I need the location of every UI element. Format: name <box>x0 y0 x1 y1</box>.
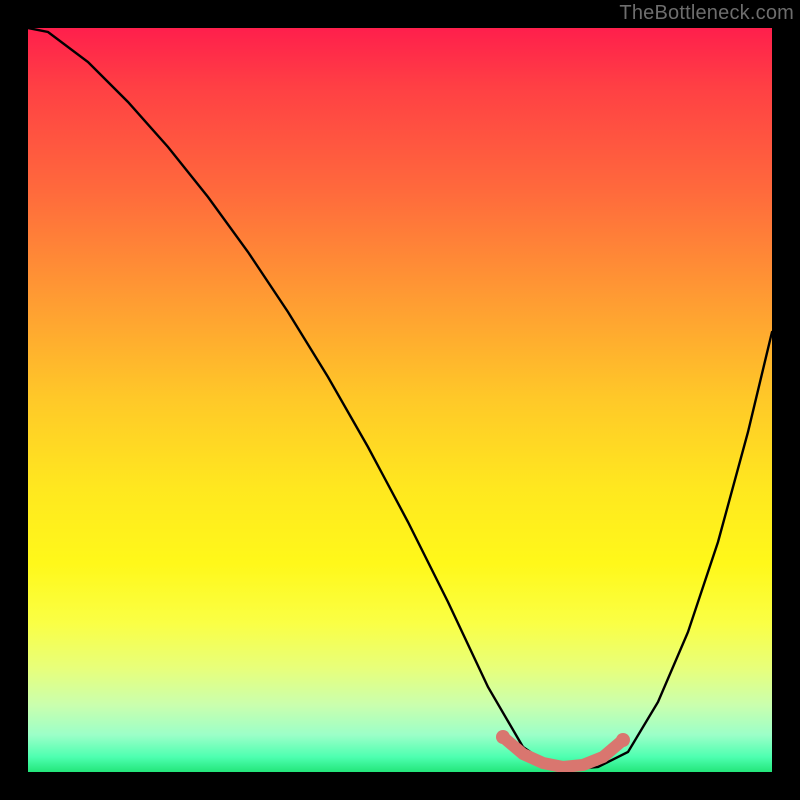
curve-layer <box>28 28 772 772</box>
chart-frame: TheBottleneck.com <box>0 0 800 800</box>
highlight-dot-left <box>496 730 510 744</box>
watermark-text: TheBottleneck.com <box>619 2 794 25</box>
highlight-dot-right <box>616 733 630 747</box>
bottleneck-curve-path <box>28 28 772 769</box>
plot-area <box>28 28 772 772</box>
